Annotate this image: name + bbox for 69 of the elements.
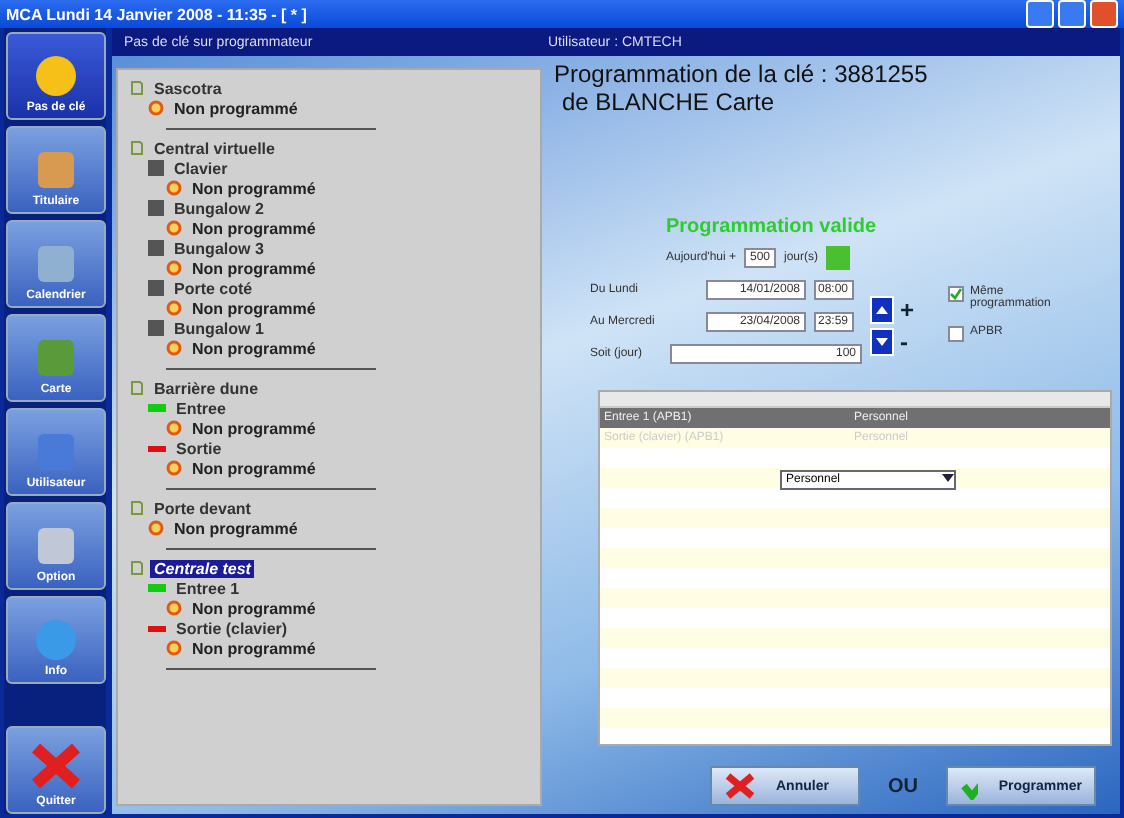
tree-item[interactable]: Non programmé bbox=[170, 99, 302, 117]
door-icon bbox=[148, 280, 164, 296]
entry-marker-icon bbox=[148, 404, 166, 412]
ring-icon bbox=[166, 300, 182, 316]
ring-icon bbox=[166, 420, 182, 436]
plus-sign: + bbox=[900, 296, 917, 324]
exit-marker-icon bbox=[148, 445, 166, 451]
ring-icon bbox=[166, 600, 182, 616]
tree-item[interactable]: Non programmé bbox=[188, 299, 320, 317]
ring-icon bbox=[166, 460, 182, 476]
door-icon bbox=[148, 200, 164, 216]
close-icon bbox=[28, 740, 84, 792]
tree-item[interactable]: Bungalow 2 bbox=[170, 199, 268, 217]
up-arrow-icon bbox=[876, 306, 888, 314]
tree-item[interactable]: Porte devant bbox=[150, 499, 255, 517]
tree-item[interactable]: Porte coté bbox=[170, 279, 257, 297]
tree-item[interactable]: Non programmé bbox=[188, 599, 320, 617]
or-text: OU bbox=[888, 775, 918, 797]
minus-sign: - bbox=[900, 328, 910, 356]
tree-item[interactable]: Non programmé bbox=[188, 419, 320, 437]
tree-item[interactable]: Non programmé bbox=[188, 459, 320, 477]
tree-item[interactable]: Clavier bbox=[170, 159, 232, 177]
window-title: MCA Lundi 14 Janvier 2008 - 11:35 - [ * ] bbox=[6, 5, 309, 23]
tree-item[interactable]: Non programmé bbox=[188, 179, 320, 197]
folder-icon bbox=[130, 560, 144, 576]
checkbox[interactable] bbox=[948, 326, 964, 342]
tree-item[interactable]: Sortie (clavier) bbox=[172, 619, 292, 637]
close-button[interactable] bbox=[1090, 0, 1118, 28]
folder-icon bbox=[130, 80, 144, 96]
tree-item[interactable]: Central virtuelle bbox=[150, 139, 279, 157]
ring-icon bbox=[166, 640, 182, 656]
down-button[interactable] bbox=[870, 328, 894, 356]
tree-item[interactable]: Bungalow 1 bbox=[170, 319, 268, 337]
door-icon bbox=[148, 320, 164, 336]
tree-item[interactable]: Barrière dune bbox=[150, 379, 263, 397]
down-arrow-icon bbox=[876, 338, 888, 346]
form-title: Programmation de la clé : 3881255 bbox=[554, 60, 930, 88]
folder-icon bbox=[130, 500, 144, 516]
tree-item[interactable]: Non programmé bbox=[188, 639, 320, 657]
ring-icon bbox=[166, 180, 182, 196]
tree-item[interactable]: Centrale test bbox=[150, 559, 255, 577]
ring-icon bbox=[148, 100, 164, 116]
folder-icon bbox=[130, 380, 144, 396]
ring-icon bbox=[166, 260, 182, 276]
form-subtitle: de BLANCHE Carte bbox=[560, 88, 777, 116]
tree-item[interactable]: Non programmé bbox=[170, 519, 302, 537]
tree-item[interactable]: Bungalow 3 bbox=[170, 239, 268, 257]
tree-item[interactable]: Sascotra bbox=[150, 79, 226, 97]
entry-marker-icon bbox=[148, 584, 166, 592]
ring-icon bbox=[166, 220, 182, 236]
tree-item[interactable]: Entree 1 bbox=[172, 579, 244, 597]
checkbox[interactable] bbox=[948, 286, 964, 302]
ring-icon bbox=[166, 340, 182, 356]
door-icon bbox=[148, 240, 164, 256]
tree-item[interactable]: Non programmé bbox=[188, 259, 320, 277]
tree-item[interactable]: Entree bbox=[172, 399, 230, 417]
cross-icon bbox=[724, 772, 756, 800]
minimize-button[interactable] bbox=[1026, 0, 1054, 28]
door-icon bbox=[148, 160, 164, 176]
tree-item[interactable]: Sortie bbox=[172, 439, 226, 457]
tree-item[interactable]: Non programmé bbox=[188, 219, 320, 237]
folder-icon bbox=[130, 140, 144, 156]
tree-item[interactable]: Non programmé bbox=[188, 339, 320, 357]
ring-icon bbox=[148, 520, 164, 536]
validity-text: Programmation valide bbox=[666, 216, 879, 238]
caret-icon bbox=[942, 472, 954, 484]
maximize-button[interactable] bbox=[1058, 0, 1086, 28]
exit-marker-icon bbox=[148, 625, 166, 631]
up-button[interactable] bbox=[870, 296, 894, 324]
